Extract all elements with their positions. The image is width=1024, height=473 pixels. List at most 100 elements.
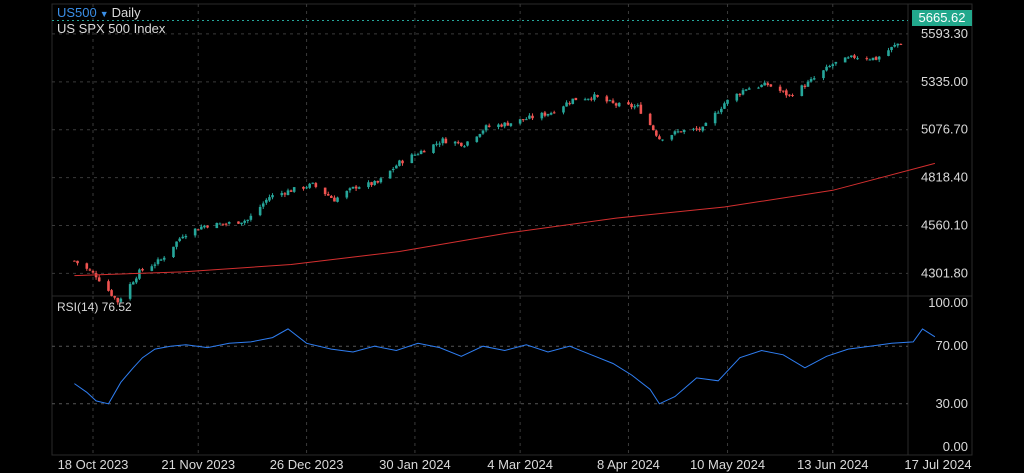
candle-body	[676, 131, 680, 133]
candle-body	[651, 125, 655, 131]
candle-body	[379, 178, 383, 183]
candle-body	[658, 136, 661, 140]
candle-body	[636, 105, 640, 107]
candle-body	[153, 264, 157, 266]
candle-body	[803, 85, 807, 88]
candle-body	[590, 98, 593, 100]
candle-body	[617, 102, 621, 107]
candle-body	[206, 225, 209, 228]
candle-body	[478, 134, 482, 137]
candle-body	[593, 94, 596, 100]
candle-body	[240, 222, 243, 225]
candle-body	[890, 46, 893, 51]
candle-body	[540, 112, 544, 119]
price-pane[interactable]	[51, 3, 973, 297]
candle-body	[701, 126, 705, 131]
candle-body	[162, 257, 166, 260]
candle-body	[370, 182, 373, 186]
candle-body	[661, 139, 664, 141]
time-axis-label: 8 Apr 2024	[597, 457, 660, 472]
candle-body	[419, 150, 423, 155]
time-axis-label: 4 Mar 2024	[487, 457, 553, 472]
candle-body	[670, 135, 674, 140]
candle-body	[348, 188, 352, 191]
time-axis-label: 26 Dec 2023	[270, 457, 344, 472]
candle-body	[367, 182, 370, 188]
candle-body	[323, 187, 327, 195]
candle-body	[586, 98, 590, 100]
candle-body	[218, 223, 222, 225]
candle-body	[268, 197, 271, 201]
candle-body	[237, 221, 240, 224]
candle-body	[531, 115, 534, 119]
trading-chart[interactable]: 5593.30 5335.00 5076.70 4818.40 4560.10 4301.…	[0, 0, 1024, 473]
candle-body	[326, 194, 330, 196]
candle-body	[868, 59, 872, 61]
candle-body	[695, 128, 698, 130]
price-axis-label: 4818.40	[921, 170, 968, 185]
candle-body	[800, 85, 804, 96]
candle-body	[546, 114, 550, 116]
candle-body	[571, 98, 575, 104]
candle-body	[528, 115, 531, 119]
candle-body	[574, 97, 578, 101]
candle-body	[716, 112, 720, 114]
candle-body	[788, 94, 791, 96]
candle-body	[791, 95, 794, 97]
candle-body	[475, 136, 479, 142]
candle-body	[896, 43, 900, 46]
candle-body	[565, 102, 568, 107]
price-axis-label: 5335.00	[921, 74, 968, 89]
candle-body	[460, 142, 463, 146]
rsi-axis-label: 100.00	[928, 295, 968, 310]
chart-canvas[interactable]: 5593.30 5335.00 5076.70 4818.40 4560.10 4301.…	[0, 0, 1024, 473]
candle-body	[562, 106, 565, 113]
candle-body	[509, 123, 513, 126]
rsi-axis-label: 30.00	[935, 396, 968, 411]
time-axis-label: 21 Nov 2023	[161, 457, 235, 472]
candle-body	[203, 225, 206, 228]
candle-body	[215, 222, 219, 229]
candle-body	[899, 43, 903, 45]
candle-body	[521, 119, 525, 121]
candle-body	[258, 206, 262, 216]
chevron-down-icon[interactable]: ▼	[100, 9, 109, 19]
candle-body	[552, 112, 556, 114]
candle-body	[655, 130, 658, 136]
candle-body	[828, 65, 831, 68]
candle-body	[243, 220, 246, 223]
symbol-label[interactable]: US500	[57, 5, 97, 20]
candle-body	[518, 119, 522, 124]
candle-body	[401, 160, 404, 164]
candle-body	[698, 128, 701, 130]
rsi-pane[interactable]	[51, 295, 973, 456]
candle-body	[435, 143, 438, 145]
candle-body	[196, 229, 200, 231]
candle-body	[283, 193, 287, 195]
candle-body	[246, 219, 250, 221]
candle-body	[769, 84, 773, 87]
candle-body	[812, 78, 816, 80]
candle-body	[741, 90, 745, 95]
candle-body	[781, 90, 785, 92]
symbol-selector[interactable]: US500 ▼ Daily	[57, 5, 141, 20]
candle-body	[525, 119, 528, 121]
candle-body	[463, 146, 466, 148]
candle-body	[596, 95, 599, 97]
candle-body	[376, 180, 380, 183]
candle-body	[141, 269, 144, 271]
interval-label[interactable]: Daily	[112, 5, 141, 20]
candle-body	[503, 122, 506, 127]
candle-body	[747, 88, 751, 90]
candle-body	[543, 112, 547, 116]
candle-body	[85, 263, 89, 269]
candle-body	[850, 55, 853, 58]
candle-body	[831, 64, 835, 67]
rsi-axis-label: 0.00	[943, 439, 968, 454]
candle-body	[172, 246, 175, 258]
candle-body	[809, 79, 813, 82]
candle-body	[605, 96, 609, 102]
candle-body	[853, 55, 856, 58]
candle-body	[76, 260, 79, 264]
candle-body	[110, 290, 113, 296]
